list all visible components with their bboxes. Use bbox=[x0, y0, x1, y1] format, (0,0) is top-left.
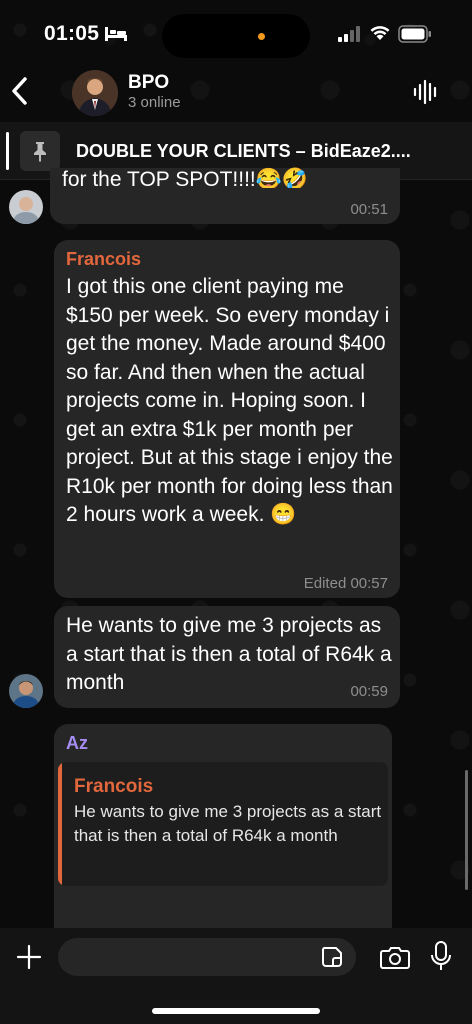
quote-accent-bar bbox=[58, 762, 62, 886]
home-indicator bbox=[152, 1008, 320, 1014]
sleep-focus-icon bbox=[105, 27, 127, 41]
wifi-icon bbox=[370, 26, 390, 40]
mic-icon[interactable] bbox=[430, 941, 452, 971]
message-text: He wants to give me 3 projects as a star… bbox=[66, 614, 392, 694]
message-bubble[interactable]: Francois I got this one client paying me… bbox=[54, 240, 400, 598]
quoted-text: He wants to give me 3 projects as a star… bbox=[74, 802, 382, 845]
camera-icon[interactable] bbox=[380, 944, 410, 970]
plus-icon[interactable] bbox=[16, 944, 42, 970]
battery-icon bbox=[398, 25, 431, 43]
voice-chat-icon[interactable] bbox=[412, 78, 440, 106]
pin-icon bbox=[34, 142, 46, 162]
message-bubble[interactable]: He wants to give me 3 projects as a star… bbox=[54, 606, 400, 708]
cellular-signal-icon bbox=[338, 26, 360, 42]
chat-title[interactable]: BPO bbox=[128, 72, 169, 94]
message-bubble[interactable]: for the TOP SPOT!!!!😂🤣 00:51 bbox=[50, 168, 400, 224]
message-time: 00:51 bbox=[350, 201, 388, 218]
sender-name: Az bbox=[66, 733, 88, 753]
privacy-indicator-dot bbox=[258, 33, 265, 40]
message-time: 00:59 bbox=[350, 683, 388, 700]
message-time: Edited 00:57 bbox=[303, 575, 388, 592]
online-count: 3 online bbox=[128, 94, 181, 111]
message-text: I got this one client paying me $150 per… bbox=[66, 275, 393, 526]
status-bar: 01:05 bbox=[0, 0, 472, 66]
pinned-message-text: DOUBLE YOUR CLIENTS – BidEaze2.... bbox=[76, 141, 411, 161]
group-avatar[interactable] bbox=[72, 70, 118, 116]
chat-header: BPO 3 online bbox=[0, 66, 472, 122]
back-icon[interactable] bbox=[8, 74, 32, 108]
scroll-indicator[interactable] bbox=[465, 770, 468, 890]
quoted-sender-name: Francois bbox=[74, 776, 154, 797]
pinned-indicator-line bbox=[6, 132, 9, 170]
status-time: 01:05 bbox=[44, 22, 100, 45]
message-bubble[interactable]: Az Francois He wants to give me 3 projec… bbox=[54, 724, 392, 934]
sender-avatar[interactable] bbox=[9, 674, 43, 708]
message-input[interactable] bbox=[58, 938, 356, 976]
reply-quote[interactable]: Francois He wants to give me 3 projects … bbox=[58, 762, 388, 886]
composer-bar bbox=[0, 928, 472, 1024]
dynamic-island bbox=[162, 14, 310, 58]
sticker-icon[interactable] bbox=[320, 945, 344, 969]
message-text: for the TOP SPOT!!!!😂🤣 bbox=[62, 168, 309, 188]
sender-name: Francois bbox=[66, 249, 142, 269]
pin-button[interactable] bbox=[20, 131, 60, 171]
sender-avatar[interactable] bbox=[9, 190, 43, 224]
